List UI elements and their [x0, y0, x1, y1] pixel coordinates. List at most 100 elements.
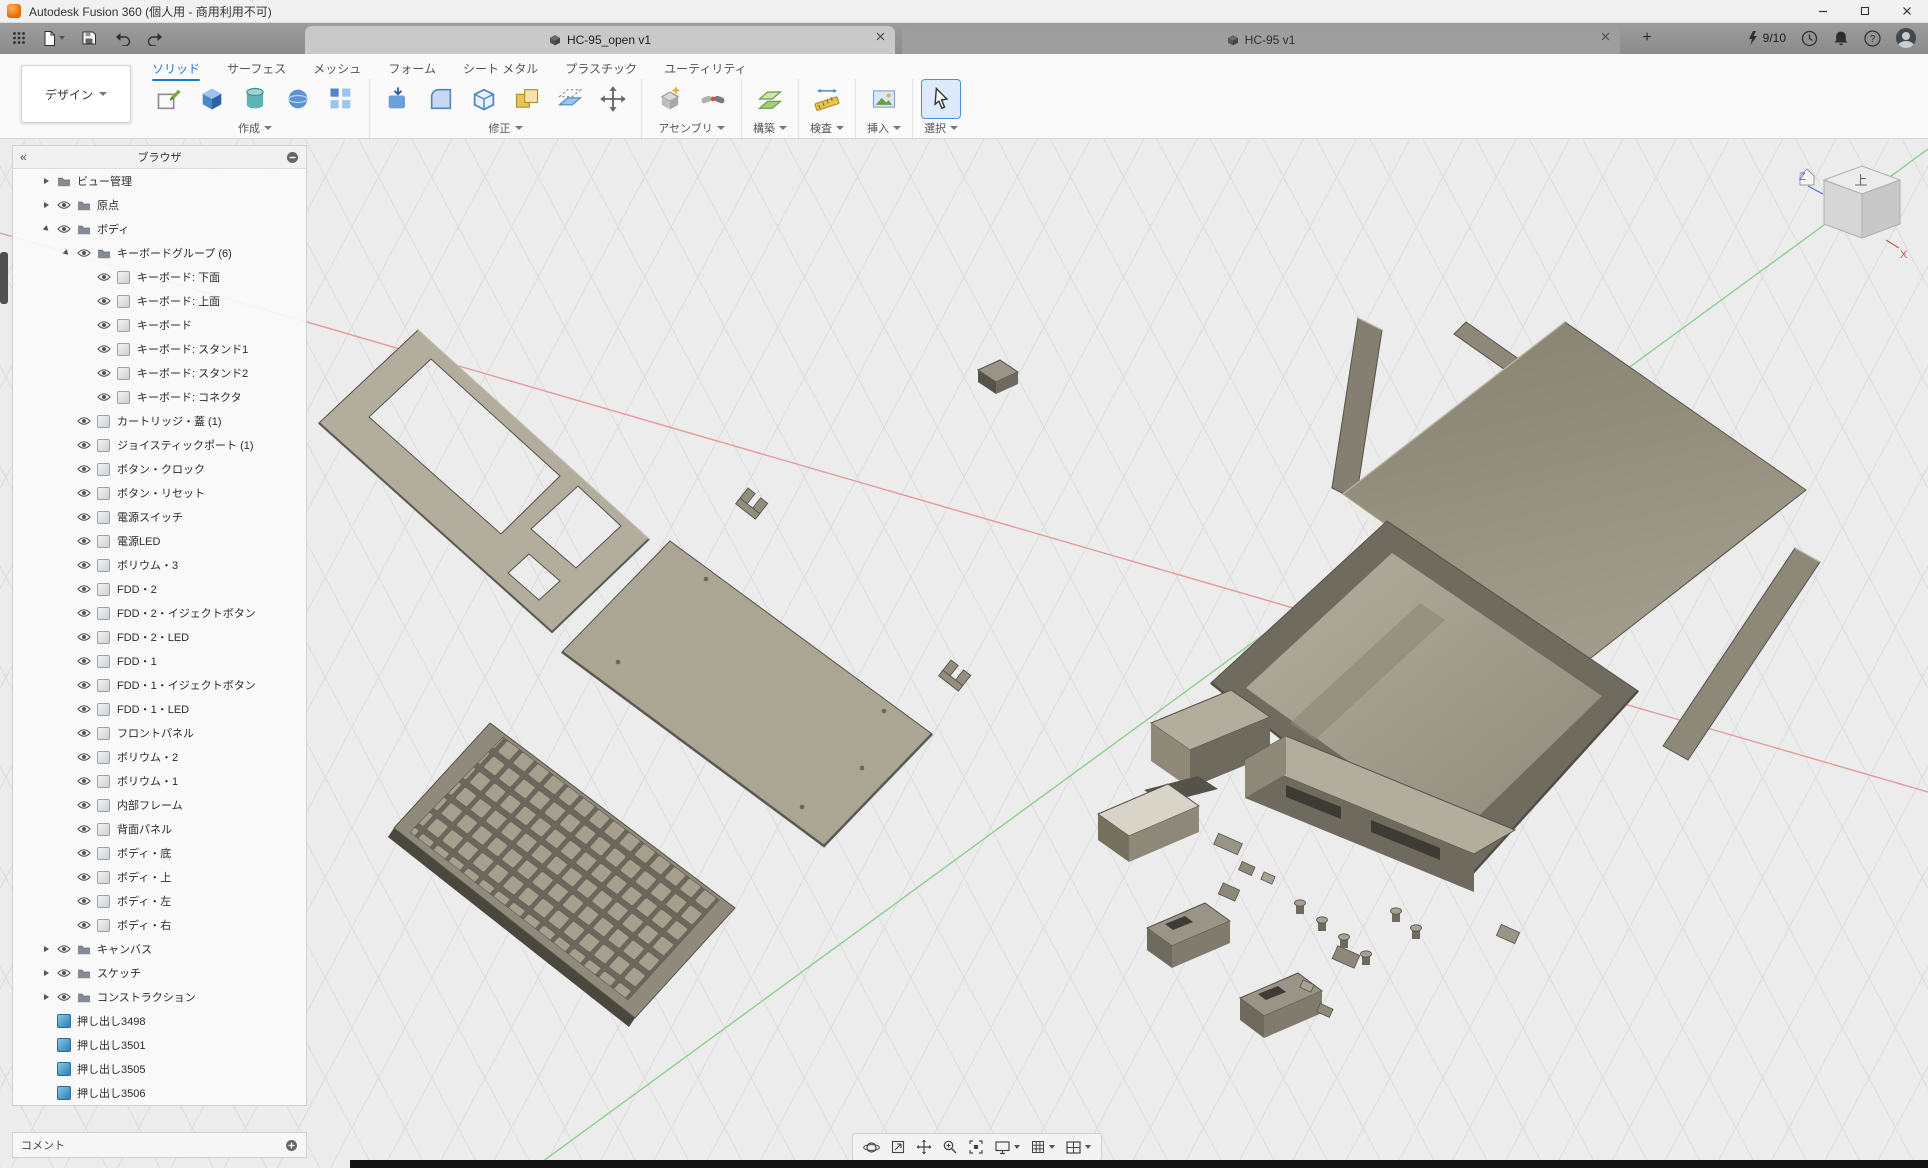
joint-button[interactable] — [694, 80, 732, 118]
group-modify-label[interactable]: 修正 — [489, 120, 523, 136]
tree-row[interactable]: 内部フレーム — [13, 793, 306, 817]
tree-row[interactable]: ボリウム・3 — [13, 553, 306, 577]
group-create-label[interactable]: 作成 — [238, 120, 272, 136]
visibility-eye-icon[interactable] — [74, 248, 94, 258]
visibility-eye-icon[interactable] — [74, 776, 94, 786]
tree-row[interactable]: キーボード: スタンド2 — [13, 361, 306, 385]
extrude-button[interactable] — [193, 80, 231, 118]
measure-button[interactable] — [808, 80, 846, 118]
tree-row[interactable]: FDD・1・LED — [13, 697, 306, 721]
visibility-eye-icon[interactable] — [74, 680, 94, 690]
expander-icon[interactable] — [39, 226, 54, 232]
visibility-eye-icon[interactable] — [74, 704, 94, 714]
collapse-panel-icon[interactable]: « — [20, 150, 27, 164]
visibility-eye-icon[interactable] — [74, 464, 94, 474]
tree-row[interactable]: FDD・1・イジェクトボタン — [13, 673, 306, 697]
tree-row[interactable]: 電源LED — [13, 529, 306, 553]
tree-row[interactable]: キーボード: 上面 — [13, 289, 306, 313]
tree-row[interactable]: ビュー管理 — [13, 169, 306, 193]
ribbon-tab[interactable]: プラスチック — [565, 56, 637, 81]
visibility-eye-icon[interactable] — [74, 920, 94, 930]
group-inspect-label[interactable]: 検査 — [810, 120, 844, 136]
visibility-eye-icon[interactable] — [54, 200, 74, 210]
left-edge-scrollbar[interactable] — [0, 252, 8, 304]
visibility-eye-icon[interactable] — [74, 512, 94, 522]
visibility-eye-icon[interactable] — [94, 320, 114, 330]
model-keyboard-stand-1[interactable] — [736, 488, 768, 519]
group-insert-label[interactable]: 挿入 — [867, 120, 901, 136]
visibility-eye-icon[interactable] — [54, 992, 74, 1002]
zoom-button[interactable] — [942, 1139, 958, 1155]
tree-row[interactable]: ボリウム・2 — [13, 745, 306, 769]
tree-row[interactable]: 押し出し3505 — [13, 1057, 306, 1081]
minimize-button[interactable] — [1802, 0, 1844, 22]
insert-image-button[interactable] — [865, 80, 903, 118]
orbit-button[interactable] — [863, 1139, 880, 1156]
comments-options-icon[interactable] — [285, 1139, 298, 1152]
tree-row[interactable]: FDD・2 — [13, 577, 306, 601]
group-construct-label[interactable]: 構築 — [753, 120, 787, 136]
visibility-eye-icon[interactable] — [74, 440, 94, 450]
visibility-eye-icon[interactable] — [94, 344, 114, 354]
tree-row[interactable]: FDD・2・LED — [13, 625, 306, 649]
visibility-eye-icon[interactable] — [74, 416, 94, 426]
notifications-bell-icon[interactable] — [1833, 30, 1849, 47]
model-keyboard-bottom-plate[interactable] — [562, 541, 932, 846]
pattern-button[interactable] — [322, 80, 360, 118]
document-tab-inactive[interactable]: HC-95 v1 — [902, 26, 1620, 54]
visibility-eye-icon[interactable] — [74, 560, 94, 570]
construction-plane-button[interactable] — [751, 80, 789, 118]
fillet-button[interactable] — [422, 80, 460, 118]
visibility-eye-icon[interactable] — [54, 968, 74, 978]
visibility-eye-icon[interactable] — [74, 632, 94, 642]
tree-row[interactable]: 原点 — [13, 193, 306, 217]
panel-options-icon[interactable] — [286, 151, 299, 164]
visibility-eye-icon[interactable] — [54, 944, 74, 954]
user-avatar[interactable] — [1896, 28, 1916, 48]
visibility-eye-icon[interactable] — [74, 800, 94, 810]
visibility-eye-icon[interactable] — [94, 296, 114, 306]
visibility-eye-icon[interactable] — [74, 656, 94, 666]
extensions-clock-icon[interactable] — [1801, 30, 1818, 47]
view-cube[interactable]: 上 Z X — [1799, 166, 1908, 261]
tree-row[interactable]: キーボード: 下面 — [13, 265, 306, 289]
visibility-eye-icon[interactable] — [74, 824, 94, 834]
model-keyboard[interactable] — [388, 723, 735, 1027]
viewport-layout-button[interactable] — [1065, 1140, 1091, 1155]
visibility-eye-icon[interactable] — [74, 728, 94, 738]
redo-button[interactable] — [147, 31, 165, 46]
ribbon-tab[interactable]: シート メタル — [463, 56, 538, 81]
tree-row[interactable]: キーボード: スタンド1 — [13, 337, 306, 361]
tab-close-icon[interactable] — [1601, 32, 1610, 41]
file-menu-button[interactable] — [42, 30, 65, 47]
tree-row[interactable]: キャンバス — [13, 937, 306, 961]
expander-icon[interactable] — [39, 946, 54, 952]
tree-row[interactable]: ボタン・リセット — [13, 481, 306, 505]
visibility-eye-icon[interactable] — [94, 368, 114, 378]
visibility-eye-icon[interactable] — [74, 536, 94, 546]
model-keyboard-connector[interactable] — [978, 360, 1018, 394]
expander-icon[interactable] — [39, 178, 54, 184]
select-button[interactable] — [922, 80, 960, 118]
visibility-eye-icon[interactable] — [74, 848, 94, 858]
app-grid-button[interactable] — [12, 31, 26, 45]
tree-row[interactable]: 背面パネル — [13, 817, 306, 841]
tree-row[interactable]: コンストラクション — [13, 985, 306, 1009]
tree-row[interactable]: フロントパネル — [13, 721, 306, 745]
tree-row[interactable]: 押し出し3498 — [13, 1009, 306, 1033]
undo-button[interactable] — [113, 31, 131, 46]
tree-row[interactable]: 電源スイッチ — [13, 505, 306, 529]
help-icon[interactable]: ? — [1864, 30, 1881, 47]
tree-row[interactable]: ボディ — [13, 217, 306, 241]
offset-face-button[interactable] — [551, 80, 589, 118]
ribbon-tab[interactable]: ソリッド — [152, 56, 200, 81]
model-keyboard-top-bezel[interactable] — [319, 330, 649, 632]
tree-row[interactable]: ボディ・左 — [13, 889, 306, 913]
pan-button[interactable] — [916, 1139, 932, 1155]
group-select-label[interactable]: 選択 — [924, 120, 958, 136]
ribbon-tab[interactable]: サーフェス — [227, 56, 286, 81]
ribbon-tab[interactable]: メッシュ — [313, 56, 361, 81]
tree-row[interactable]: ボリウム・1 — [13, 769, 306, 793]
visibility-eye-icon[interactable] — [74, 608, 94, 618]
model-joystick-port[interactable] — [1147, 903, 1230, 968]
